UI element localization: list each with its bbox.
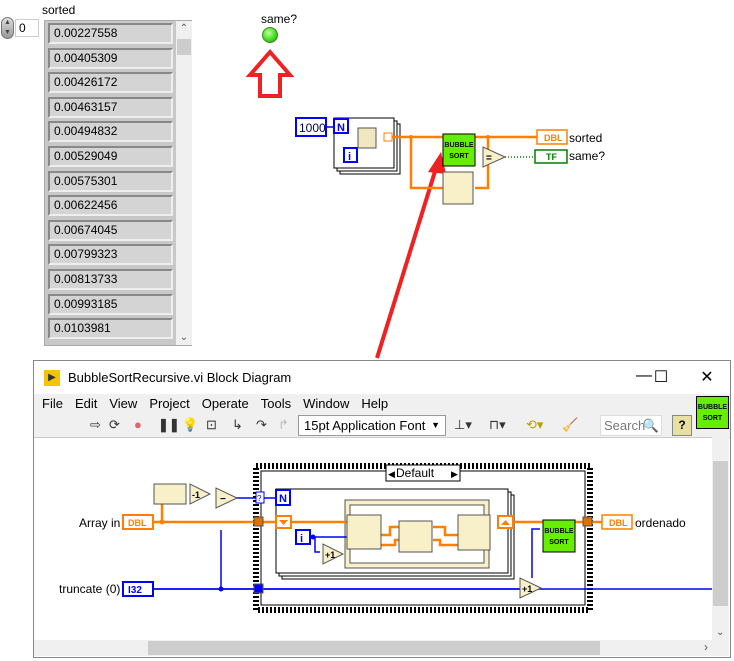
search-input[interactable]: Search 🔍 <box>600 415 662 436</box>
step-over-icon[interactable]: ↷ <box>256 417 267 433</box>
svg-text:SORT: SORT <box>449 153 469 160</box>
menu-file[interactable]: File <box>42 396 63 411</box>
highlight-execution-icon[interactable]: 💡 <box>182 417 198 433</box>
svg-text:+1: +1 <box>325 550 335 560</box>
toolbar: ⇨ ⟳ ● ❚❚ 💡 ⊡ ↳ ↷ ↱ 15pt Application Font… <box>34 413 730 438</box>
svg-text:−: − <box>220 494 226 505</box>
scroll-right-icon[interactable]: › <box>704 640 708 654</box>
svg-text:◀: ◀ <box>388 469 395 479</box>
svg-text:BUBBLE: BUBBLE <box>544 528 573 535</box>
labview-logo-icon: ▶ <box>44 369 60 386</box>
svg-text:?: ? <box>257 494 262 503</box>
window-title: BubbleSortRecursive.vi Block Diagram <box>68 370 292 385</box>
svg-text:I32: I32 <box>128 585 142 596</box>
svg-text:BUBBLE: BUBBLE <box>444 142 473 149</box>
close-button[interactable]: ✕ <box>692 367 722 387</box>
menu-operate[interactable]: Operate <box>202 396 249 411</box>
title-bar: ▶ BubbleSortRecursive.vi Block Diagram —… <box>34 361 730 394</box>
swap-elements-icon <box>398 520 433 553</box>
svg-text:DBL: DBL <box>544 133 563 143</box>
svg-text:N: N <box>337 122 345 134</box>
sort-array-function-icon <box>442 171 474 205</box>
maximize-button[interactable]: ☐ <box>646 367 676 387</box>
menu-bar: File Edit View Project Operate Tools Window Hel… <box>34 394 730 413</box>
svg-text:1000: 1000 <box>299 121 326 135</box>
svg-text:same?: same? <box>569 149 605 163</box>
index-array-icon <box>346 514 382 550</box>
context-help-button[interactable]: ? <box>672 415 692 436</box>
search-icon: 🔍 <box>642 418 659 433</box>
svg-text:DBL: DBL <box>128 518 147 528</box>
svg-text:Array in: Array in <box>79 516 120 530</box>
menu-project[interactable]: Project <box>149 396 189 411</box>
menu-view[interactable]: View <box>109 396 137 411</box>
menu-tools[interactable]: Tools <box>261 396 291 411</box>
retain-wire-values-icon[interactable]: ⊡ <box>206 417 217 433</box>
svg-text:=: = <box>486 153 492 164</box>
distribute-objects-icon[interactable]: ⊓▾ <box>489 417 506 433</box>
svg-text:N: N <box>279 493 287 505</box>
top-block-diagram: 1000 N i BUBBLE SORT = DBL sorted TF sam… <box>245 48 605 359</box>
svg-text:ordenado: ordenado <box>635 516 686 530</box>
h-scroll-thumb[interactable] <box>148 641 600 655</box>
svg-text:▶: ▶ <box>451 469 458 479</box>
v-scroll-thumb[interactable] <box>713 461 728 606</box>
svg-text:i: i <box>348 151 351 163</box>
step-into-icon[interactable]: ↳ <box>232 417 243 433</box>
svg-text:sorted: sorted <box>569 131 602 145</box>
run-continuously-icon[interactable]: ⟳ <box>109 417 120 433</box>
block-diagram-canvas: Default ◀ ▶ Array in DBL truncate (0) I32… <box>59 463 712 613</box>
random-dice-icon <box>357 127 377 149</box>
replace-array-subset-icon <box>457 514 491 551</box>
red-arrow-up-icon <box>245 48 295 98</box>
red-arrow-line <box>375 164 439 359</box>
pause-icon[interactable]: ❚❚ <box>158 417 180 433</box>
align-objects-icon[interactable]: ⊥▾ <box>454 417 472 433</box>
abort-icon[interactable]: ● <box>134 417 142 432</box>
svg-text:DBL: DBL <box>609 518 628 528</box>
array-size-function-icon <box>153 483 187 505</box>
font-select[interactable]: 15pt Application Font ▼ <box>298 415 446 436</box>
svg-text:TF: TF <box>546 152 557 162</box>
menu-edit[interactable]: Edit <box>75 396 97 411</box>
menu-help[interactable]: Help <box>361 396 388 411</box>
bubble-sort-subvi <box>442 133 476 167</box>
svg-text:+1: +1 <box>522 584 532 594</box>
svg-text:-1: -1 <box>192 490 200 500</box>
bubble-sort-recursive-subvi[interactable] <box>542 519 576 553</box>
svg-text:truncate (0): truncate (0) <box>59 582 120 596</box>
run-arrow-icon[interactable]: ⇨ <box>90 417 101 433</box>
reorder-icon[interactable]: ⟲▾ <box>526 417 543 433</box>
menu-window[interactable]: Window <box>303 396 349 411</box>
svg-text:Default: Default <box>396 466 435 480</box>
scroll-down-icon[interactable]: ⌄ <box>716 627 724 638</box>
vertical-scrollbar[interactable]: ⌄ <box>712 437 729 656</box>
vi-icon: BUBBLE SORT <box>696 396 729 429</box>
cleanup-diagram-icon[interactable]: 🧹 <box>562 417 578 433</box>
svg-text:i: i <box>300 533 303 545</box>
step-out-icon[interactable]: ↱ <box>278 417 289 433</box>
indexing-tunnel <box>383 132 393 142</box>
svg-text:SORT: SORT <box>549 539 569 546</box>
horizontal-scrollbar[interactable]: › <box>34 640 712 656</box>
